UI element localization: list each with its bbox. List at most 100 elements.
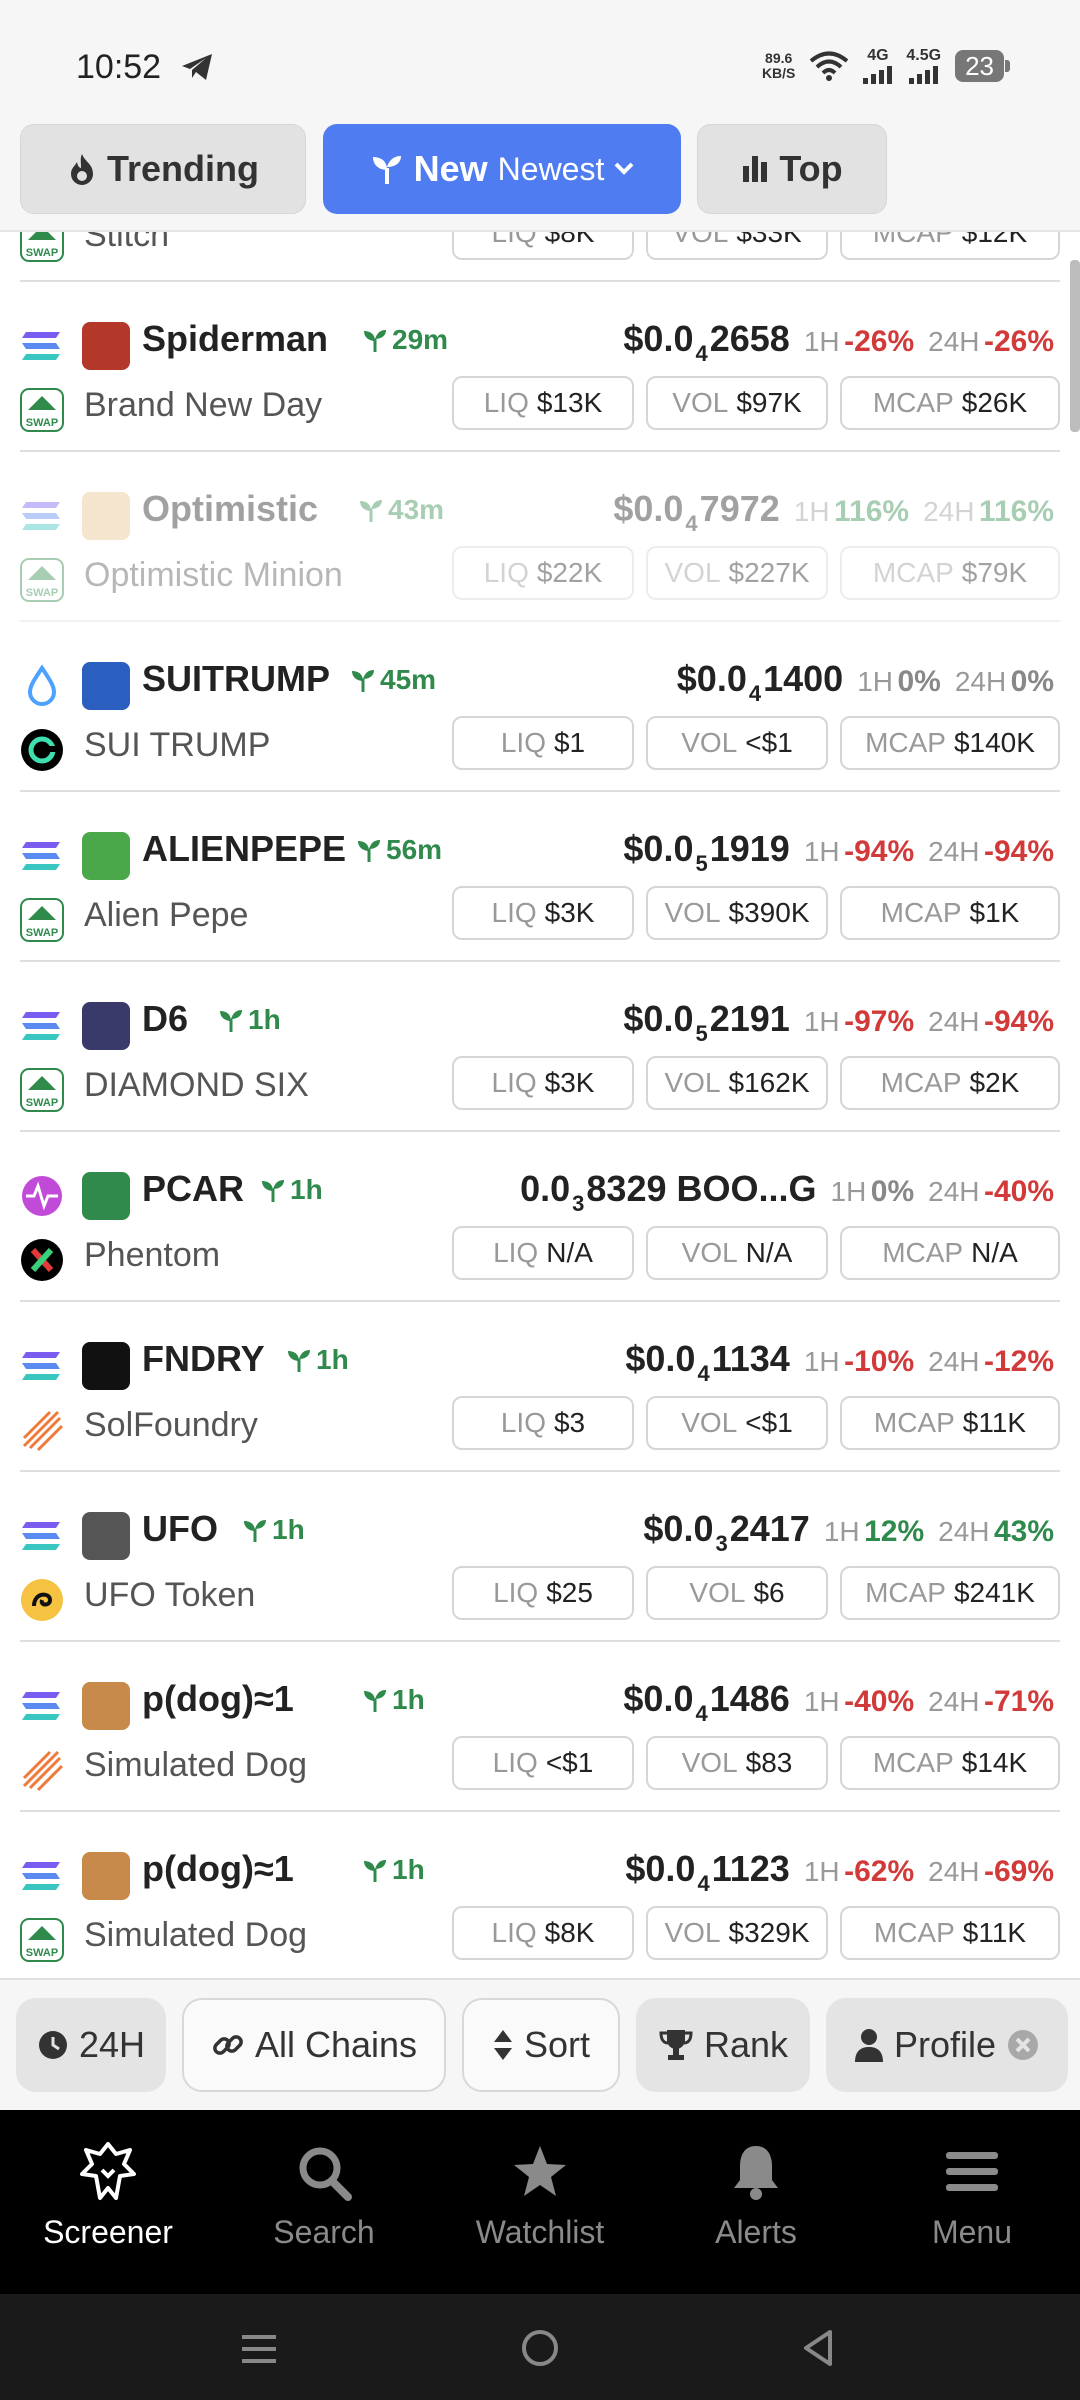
nav-watchlist[interactable]: Watchlist bbox=[432, 2140, 648, 2251]
mcap-chip: MCAP $12K bbox=[840, 232, 1060, 260]
token-symbol: SUITRUMP bbox=[142, 658, 330, 699]
scrollbar[interactable] bbox=[1070, 260, 1080, 432]
vol-chip: VOL <$1 bbox=[646, 1396, 828, 1450]
h24-change: -69% bbox=[983, 1855, 1054, 1888]
clear-icon[interactable] bbox=[1006, 2028, 1040, 2062]
list-item[interactable]: SWAP D6 1h DIAMOND SIX $0.052191 1H -97% 24H -… bbox=[20, 962, 1060, 1132]
list-item[interactable]: SWAP Spiderman 29m Brand New Day $0.042658 1H… bbox=[20, 282, 1060, 452]
tab-top[interactable]: Top bbox=[697, 124, 887, 214]
mcap-chip: MCAP $26K bbox=[840, 376, 1060, 430]
recents-icon[interactable] bbox=[240, 2332, 278, 2366]
swap-dex-icon: SWAP bbox=[20, 898, 64, 942]
h24-change: 116% bbox=[978, 495, 1054, 528]
sort-button[interactable]: Sort bbox=[462, 1998, 620, 2092]
battery-indicator: 23 bbox=[955, 50, 1010, 82]
h1-label: 1H bbox=[830, 1176, 867, 1207]
list-item[interactable]: UFO 1h UFO Token $0.032417 1H 12% 24H 43% LIQ $… bbox=[20, 1472, 1060, 1642]
token-price: $0.032417 bbox=[643, 1508, 810, 1556]
h24-label: 24H bbox=[954, 666, 1007, 697]
h24-change: -94% bbox=[983, 835, 1054, 868]
solana-chain-icon bbox=[22, 332, 60, 360]
token-name: Simulated Dog bbox=[84, 1746, 308, 1784]
token-age: 1h bbox=[260, 1174, 323, 1206]
home-icon[interactable] bbox=[520, 2328, 560, 2368]
list-item[interactable]: p(dog)≈1 1h Simulated Dog $0.041486 1H -40% 2… bbox=[20, 1642, 1060, 1812]
h1-change: 116% bbox=[834, 495, 910, 528]
clock-icon bbox=[38, 2031, 67, 2059]
system-nav-bar bbox=[0, 2294, 1080, 2400]
foundry-dex-icon bbox=[22, 1750, 64, 1792]
token-name: SUI TRUMP bbox=[84, 726, 271, 764]
token-list[interactable]: SWAP Stitch LIQ $8K VOL $33K MCAP $12K SWAP… bbox=[0, 232, 1080, 1978]
nav-search[interactable]: Search bbox=[216, 2140, 432, 2251]
swap-dex-icon: SWAP bbox=[20, 1918, 64, 1962]
liq-chip: LIQ $8K bbox=[452, 1906, 634, 1960]
h24-change: 0% bbox=[1010, 665, 1054, 698]
list-item[interactable]: SWAP ALIENPEPE 56m Alien Pepe $0.051919 1H -9… bbox=[20, 792, 1060, 962]
svg-text:SWAP: SWAP bbox=[26, 417, 58, 429]
token-price: $0.047972 bbox=[613, 488, 780, 536]
vol-chip: VOL $83 bbox=[646, 1736, 828, 1790]
token-symbol: p(dog)≈1 bbox=[142, 1848, 294, 1889]
swap-dex-icon: SWAP bbox=[20, 388, 64, 432]
list-item[interactable]: SWAP Stitch LIQ $8K VOL $33K MCAP $12K bbox=[20, 232, 1060, 282]
h1-change: -26% bbox=[844, 325, 915, 358]
solana-chain-icon bbox=[22, 1352, 60, 1380]
h24-label: 24H bbox=[928, 1856, 980, 1887]
token-avatar bbox=[82, 1342, 130, 1390]
sprout-icon bbox=[364, 1860, 386, 1882]
token-age: 1h bbox=[362, 1684, 425, 1716]
nav-screener[interactable]: Screener bbox=[0, 2140, 216, 2251]
profile-filter-button[interactable]: Profile bbox=[826, 1998, 1068, 2092]
token-avatar bbox=[82, 1002, 130, 1050]
vol-chip: VOL $329K bbox=[646, 1906, 828, 1960]
vol-chip: VOL $162K bbox=[646, 1056, 828, 1110]
swap-dex-icon: SWAP bbox=[20, 1068, 64, 1112]
back-icon[interactable] bbox=[800, 2328, 836, 2368]
liq-chip: LIQ $25 bbox=[452, 1566, 634, 1620]
h1-label: 1H bbox=[823, 1516, 860, 1547]
timeframe-button[interactable]: 24H bbox=[16, 1998, 166, 2092]
telegram-icon bbox=[182, 54, 212, 80]
token-symbol: PCAR bbox=[142, 1168, 245, 1209]
h24-label: 24H bbox=[938, 1516, 990, 1547]
star-icon bbox=[514, 2146, 566, 2196]
liq-chip: LIQ $3 bbox=[452, 1396, 634, 1450]
sprout-icon bbox=[220, 1010, 242, 1032]
vol-chip: VOL N/A bbox=[646, 1226, 828, 1280]
list-item[interactable]: SWAP Optimistic 43m Optimistic Minion $0.047… bbox=[20, 452, 1060, 622]
tab-new[interactable]: New Newest bbox=[323, 124, 681, 214]
nav-menu[interactable]: Menu bbox=[864, 2140, 1080, 2251]
token-symbol: Spiderman bbox=[142, 318, 329, 359]
top-tabs: Trending New Newest Top bbox=[0, 120, 1080, 232]
token-name: Alien Pepe bbox=[84, 896, 249, 934]
token-avatar bbox=[82, 322, 130, 370]
h24-change: 43% bbox=[993, 1515, 1054, 1548]
h24-label: 24H bbox=[923, 496, 975, 527]
swap-dex-icon: SWAP bbox=[20, 558, 64, 602]
token-avatar bbox=[82, 832, 130, 880]
list-item[interactable]: SWAP p(dog)≈1 1h Simulated Dog $0.041123 1H -… bbox=[20, 1812, 1060, 1978]
nav-alerts[interactable]: Alerts bbox=[648, 2140, 864, 2251]
sprout-icon bbox=[360, 500, 382, 522]
list-item[interactable]: FNDRY 1h SolFoundry $0.041134 1H -10% 24H -12… bbox=[20, 1302, 1060, 1472]
menu-icon bbox=[946, 2152, 998, 2191]
liq-chip: LIQ $8K bbox=[452, 232, 634, 260]
pulsechain-icon bbox=[22, 1176, 62, 1216]
sprout-icon bbox=[372, 156, 401, 184]
token-age: 1h bbox=[286, 1344, 349, 1376]
h24-change: -26% bbox=[983, 325, 1054, 358]
token-symbol: ALIENPEPE bbox=[142, 828, 347, 869]
rank-button[interactable]: Rank bbox=[636, 1998, 810, 2092]
mcap-chip: MCAP $79K bbox=[840, 546, 1060, 600]
chains-button[interactable]: All Chains bbox=[182, 1998, 446, 2092]
token-price: $0.041123 bbox=[625, 1848, 790, 1896]
list-item[interactable]: SUITRUMP 45m SUI TRUMP $0.041400 1H 0% 24H 0%… bbox=[20, 622, 1060, 792]
token-name: UFO Token bbox=[84, 1576, 256, 1614]
token-avatar bbox=[82, 1172, 130, 1220]
svg-text:SWAP: SWAP bbox=[26, 1947, 58, 1959]
list-item[interactable]: PCAR 1h Phentom 0.038329 BOO...G 1H 0% 24H -4… bbox=[20, 1132, 1060, 1302]
h24-label: 24H bbox=[928, 326, 980, 357]
token-price: $0.041486 bbox=[623, 1678, 790, 1726]
tab-trending[interactable]: Trending bbox=[20, 124, 306, 214]
